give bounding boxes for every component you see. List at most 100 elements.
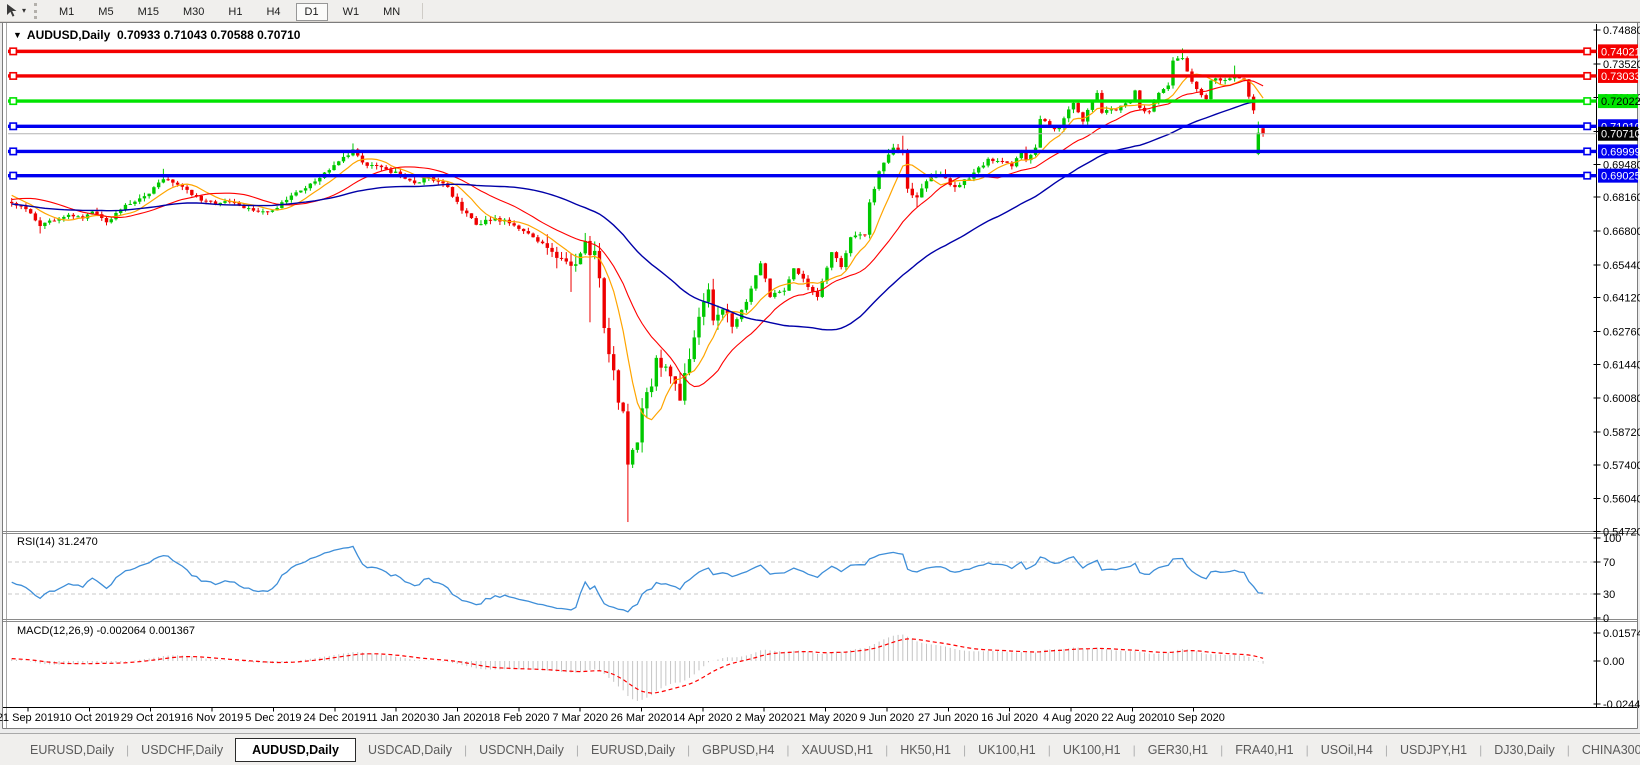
chart-ohlc-quotes: 0.70933 0.71043 0.70588 0.70710 (116, 28, 301, 42)
price-tick-label: 0.57400 (1603, 460, 1640, 472)
price-tick-label: 0.74880 (1603, 25, 1640, 37)
date-tick-label[interactable]: 30 Jan 2020 (427, 712, 488, 724)
date-tick-label[interactable]: 5 Dec 2019 (245, 712, 301, 724)
chart-tab-usdchf-daily[interactable]: USDCHF,Daily (129, 739, 235, 761)
chart-tab-usoil-h4[interactable]: USOil,H4 (1309, 739, 1385, 761)
timeframe-button-m15[interactable]: M15 (129, 3, 168, 21)
date-tick-label[interactable]: 16 Jul 2020 (981, 712, 1038, 724)
price-tick-label: 0.56040 (1603, 494, 1640, 506)
chart-tab-eurusd-daily[interactable]: EURUSD,Daily (579, 739, 687, 761)
toolbar-separator (422, 2, 424, 19)
date-tick-label[interactable]: 27 Jun 2020 (918, 712, 979, 724)
chart-tab-fra40-h1[interactable]: FRA40,H1 (1223, 739, 1305, 761)
date-tick-label[interactable]: 7 Mar 2020 (552, 712, 608, 724)
cursor-tool-icon[interactable] (4, 3, 19, 18)
chart-title: ▼ AUDUSD,Daily 0.70933 0.71043 0.70588 0.… (13, 28, 300, 42)
timeframe-toolbar: ▾ M1 M5 M15 M30 H1 H4 D1 W1 MN (0, 0, 1640, 22)
chart-tab-uk100-h1[interactable]: UK100,H1 (966, 739, 1048, 761)
line-handle[interactable] (9, 171, 18, 180)
line-handle[interactable] (1583, 71, 1592, 80)
chart-tab-uk100-h1[interactable]: UK100,H1 (1051, 739, 1133, 761)
line-handle[interactable] (1583, 47, 1592, 56)
line-price-label: 0.69025 (1601, 171, 1640, 183)
macd-axis-label: -0.024412 (1603, 699, 1640, 711)
line-handle[interactable] (9, 147, 18, 156)
date-tick-label[interactable]: 16 Nov 2019 (181, 712, 243, 724)
timeframe-buttons: M1 M5 M15 M30 H1 H4 D1 W1 MN (47, 2, 412, 21)
price-tick-label: 0.64120 (1603, 293, 1640, 305)
chart-canvas[interactable]: 0.748800.735200.721600.708000.694800.681… (0, 0, 1640, 765)
chart-symbol-period: AUDUSD,Daily (26, 28, 111, 42)
date-tick-label[interactable]: 9 Jun 2020 (860, 712, 914, 724)
date-tick-label[interactable]: 14 Apr 2020 (673, 712, 732, 724)
price-tick-label: 0.61440 (1603, 359, 1640, 371)
macd-values: -0.002064 0.001367 (96, 625, 195, 637)
macd-name: MACD(12,26,9) (17, 625, 94, 637)
chart-dropdown-icon[interactable]: ▼ (13, 30, 22, 40)
date-tick-label[interactable]: 18 Feb 2020 (488, 712, 550, 724)
timeframe-button-m1[interactable]: M1 (50, 3, 83, 21)
date-tick-label[interactable]: 4 Aug 2020 (1043, 712, 1099, 724)
terminal-window: 0.748800.735200.721600.708000.694800.681… (0, 0, 1640, 765)
rsi-name: RSI(14) (17, 536, 55, 548)
timeframe-button-mn[interactable]: MN (374, 3, 409, 21)
timeframe-button-m30[interactable]: M30 (174, 3, 213, 21)
timeframe-button-w1[interactable]: W1 (334, 3, 369, 21)
toolbar-grip[interactable] (34, 2, 38, 19)
macd-axis-label: 0.00 (1603, 656, 1624, 668)
date-tick-label[interactable]: 2 May 2020 (735, 712, 792, 724)
chart-tab-china300-h1[interactable]: CHINA300,H1 (1570, 739, 1640, 761)
rsi-indicator-label: RSI(14) 31.2470 (17, 536, 98, 548)
date-tick-label[interactable]: 22 Aug 2020 (1101, 712, 1163, 724)
date-tick-label[interactable]: 29 Oct 2019 (121, 712, 181, 724)
chart-tab-usdcnh-daily[interactable]: USDCNH,Daily (467, 739, 576, 761)
tool-dropdown-icon[interactable]: ▾ (22, 6, 26, 15)
line-handle[interactable] (1583, 122, 1592, 131)
line-handle[interactable] (9, 97, 18, 106)
macd-axis-label: 0.015741 (1603, 628, 1640, 640)
macd-indicator-label: MACD(12,26,9) -0.002064 0.001367 (17, 625, 195, 637)
date-tick-label[interactable]: 24 Dec 2019 (304, 712, 366, 724)
chart-tab-hk50-h1[interactable]: HK50,H1 (888, 739, 963, 761)
price-tick-label: 0.65440 (1603, 260, 1640, 272)
line-price-label: 0.74021 (1601, 46, 1640, 58)
price-tick-label: 0.68160 (1603, 192, 1640, 204)
date-tick-label[interactable]: 11 Jan 2020 (366, 712, 426, 724)
date-tick-label[interactable]: 10 Oct 2019 (59, 712, 119, 724)
chart-tab-usdjpy-h1[interactable]: USDJPY,H1 (1388, 739, 1479, 761)
cursor-tool-glyph (7, 4, 17, 17)
chart-tab-audusd-daily[interactable]: AUDUSD,Daily (235, 737, 356, 762)
chart-tab-bar: EURUSD,Daily | USDCHF,Daily AUDUSD,Daily USD… (0, 733, 1640, 765)
timeframe-button-m5[interactable]: M5 (89, 3, 122, 21)
chart-tab-gbpusd-h4[interactable]: GBPUSD,H4 (690, 739, 786, 761)
timeframe-button-h4[interactable]: H4 (257, 3, 289, 21)
rsi-axis-label: 100 (1603, 533, 1621, 545)
date-tick-label[interactable]: 21 May 2020 (794, 712, 858, 724)
line-handle[interactable] (1583, 97, 1592, 106)
chart-tab-usdcad-daily[interactable]: USDCAD,Daily (356, 739, 464, 761)
chart-tab-eurusd-daily[interactable]: EURUSD,Daily (18, 739, 126, 761)
date-tick-label[interactable]: 10 Sep 2020 (1162, 712, 1224, 724)
price-tick-label: 0.60080 (1603, 393, 1640, 405)
rsi-value: 31.2470 (57, 536, 98, 548)
timeframe-button-d1[interactable]: D1 (295, 2, 328, 21)
rsi-axis-label: 0 (1603, 613, 1609, 625)
line-handle[interactable] (1583, 171, 1592, 180)
date-tick-label[interactable]: 21 Sep 2019 (0, 712, 59, 724)
line-price-label: 0.69999 (1601, 146, 1640, 158)
line-handle[interactable] (9, 71, 18, 80)
date-tick-label[interactable]: 26 Mar 2020 (611, 712, 673, 724)
line-handle[interactable] (1583, 147, 1592, 156)
current-price-label: 0.70710 (1601, 129, 1640, 141)
line-price-label: 0.73033 (1601, 71, 1640, 83)
timeframe-button-h1[interactable]: H1 (219, 3, 251, 21)
line-price-label: 0.72022 (1601, 96, 1640, 108)
chart-tab-ger30-h1[interactable]: GER30,H1 (1136, 739, 1220, 761)
chart-tab-xauusd-h1[interactable]: XAUUSD,H1 (790, 739, 886, 761)
line-handle[interactable] (9, 47, 18, 56)
chart-tabs: EURUSD,Daily | USDCHF,Daily AUDUSD,Daily USD… (18, 737, 1640, 762)
line-handle[interactable] (9, 122, 18, 131)
rsi-axis-label: 30 (1603, 589, 1615, 601)
price-tick-label: 0.62760 (1603, 326, 1640, 338)
chart-tab-dj30-daily[interactable]: DJ30,Daily (1482, 739, 1566, 761)
